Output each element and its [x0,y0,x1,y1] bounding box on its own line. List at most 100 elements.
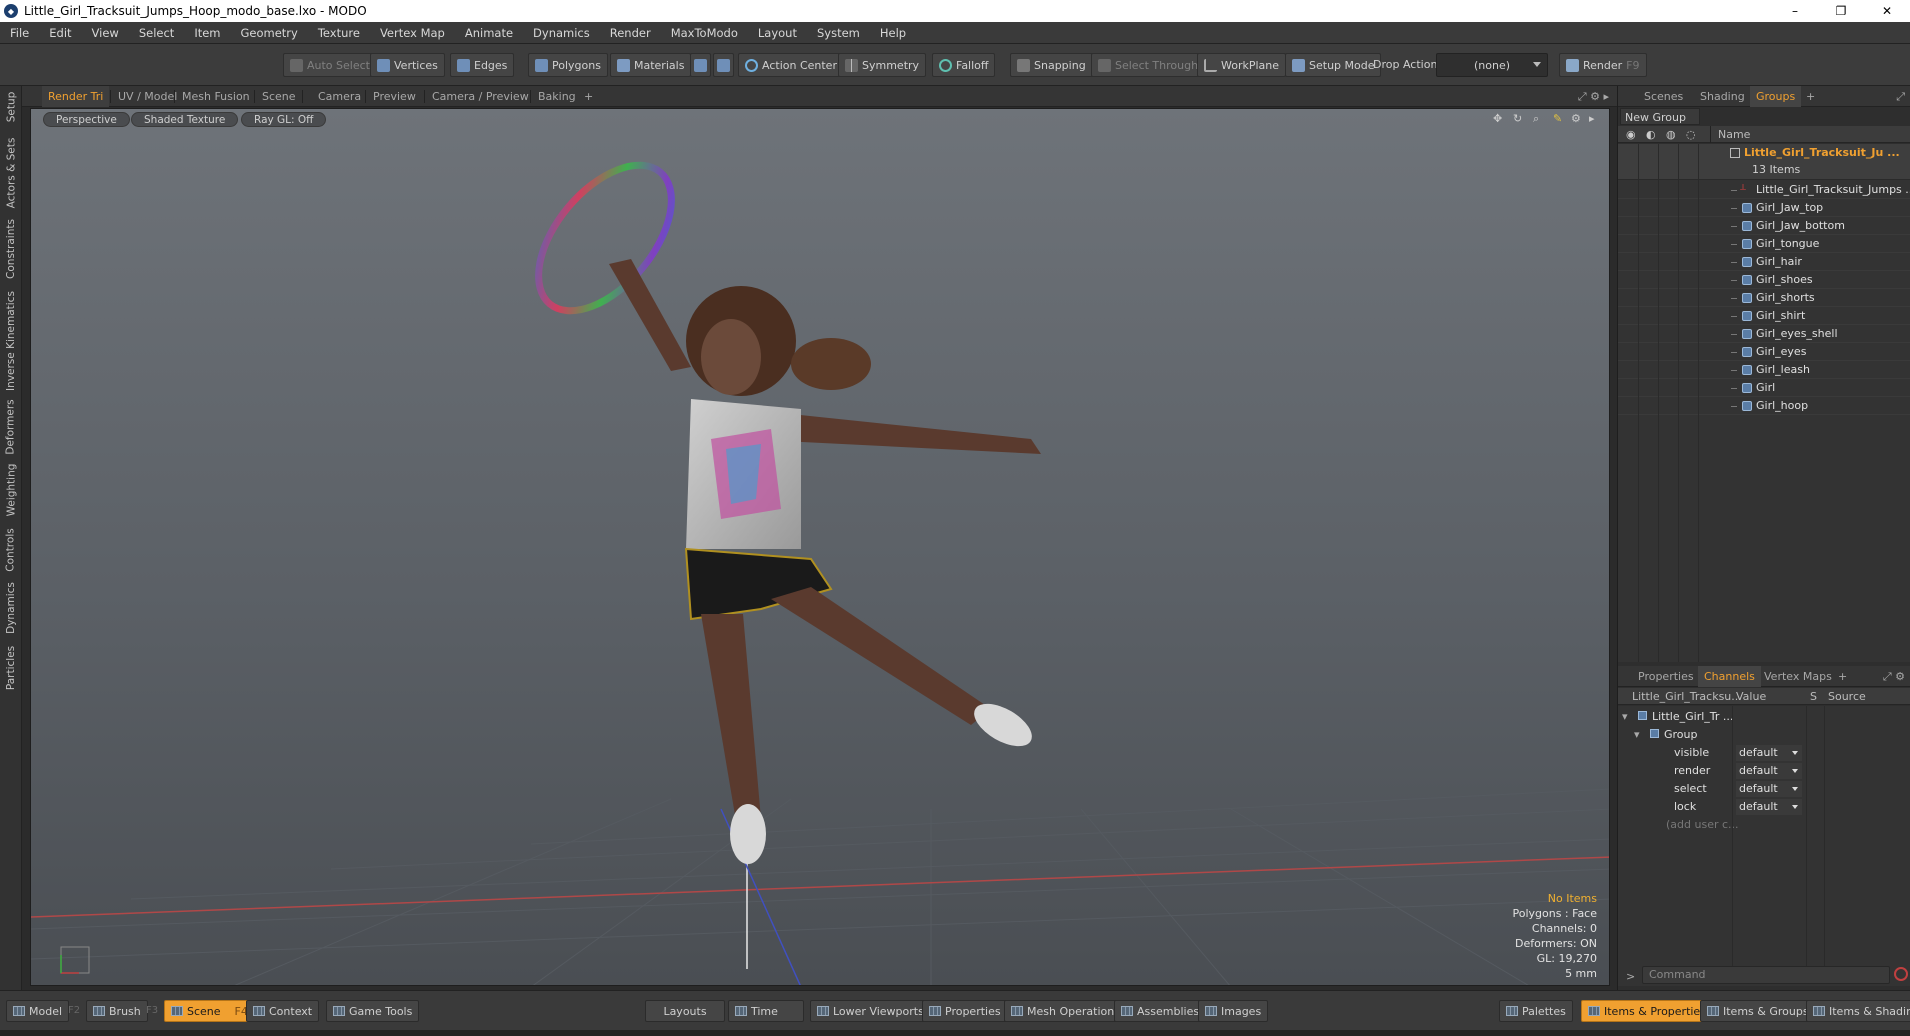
items-properties-button[interactable]: Items & Properties [1581,1000,1713,1022]
properties-button[interactable]: Properties [922,1000,1008,1022]
add-user-channel-row[interactable]: (add user c... [1618,816,1910,834]
list-item[interactable]: Girl_shorts [1618,289,1910,307]
render-toggle-icon[interactable]: ◐ [1646,128,1656,141]
tab-scenes[interactable]: Scenes [1638,86,1689,107]
assemblies-button[interactable]: Assemblies [1114,1000,1207,1022]
workplane-button[interactable]: WorkPlane [1197,53,1287,77]
vtab-deformers[interactable]: Deformers [2,398,20,456]
menu-help[interactable]: Help [870,22,916,44]
edges-button[interactable]: Edges [450,53,515,77]
tab-properties[interactable]: Properties [1632,666,1700,687]
restore-button[interactable]: ❐ [1818,0,1864,22]
channel-value-select[interactable]: default [1736,745,1802,761]
menu-system[interactable]: System [807,22,870,44]
context-layout-button[interactable]: Context [246,1000,320,1022]
symmetry-button[interactable]: Symmetry [838,53,927,77]
menu-texture[interactable]: Texture [308,22,370,44]
3d-viewport[interactable]: Perspective Shaded Texture Ray GL: Off ✥… [30,108,1610,986]
items-shading-button[interactable]: Items & Shading [1806,1000,1910,1022]
render-button[interactable]: Render F9 [1559,53,1647,77]
tab-render-tri[interactable]: Render Tri [42,86,110,107]
select-mode-pivot-button[interactable] [713,53,734,77]
rotate-icon[interactable]: ↻ [1513,112,1527,126]
minimize-button[interactable]: – [1772,0,1818,22]
list-item[interactable]: Girl_Jaw_top [1618,199,1910,217]
falloff-button[interactable]: Falloff [932,53,996,77]
add-channels-tab-button[interactable]: + [1832,666,1853,687]
vertices-button[interactable]: Vertices [370,53,445,77]
pan-icon[interactable]: ✥ [1493,112,1507,126]
list-item[interactable]: Girl_eyes [1618,343,1910,361]
eye-icon[interactable]: ◉ [1626,128,1636,141]
shading-dropdown[interactable]: Shaded Texture [131,112,239,127]
tab-mesh-fusion[interactable]: Mesh Fusion [176,86,256,107]
tab-groups[interactable]: Groups [1750,86,1802,107]
channel-row[interactable]: visible default [1618,744,1910,762]
images-button[interactable]: Images [1198,1000,1269,1022]
zoom-icon[interactable]: ⌕ [1533,112,1547,126]
list-item[interactable]: Girl_shirt [1618,307,1910,325]
scene-layout-button[interactable]: Scene F4 [164,1000,255,1022]
add-panel-tab-button[interactable]: + [1800,86,1821,107]
vtab-actors-sets[interactable]: Actors & Sets [2,136,20,210]
command-input[interactable]: Command [1642,966,1890,984]
viewport-options-icon[interactable]: ⤢ ⚙ ▸ [1578,90,1609,104]
menu-view[interactable]: View [82,22,129,44]
lock-icon[interactable]: ◍ [1666,128,1676,141]
items-groups-button[interactable]: Items & Groups [1700,1000,1816,1022]
tab-preview[interactable]: Preview [367,86,422,107]
tab-shading[interactable]: Shading [1694,86,1751,107]
raygl-toggle[interactable]: Ray GL: Off [241,112,327,127]
model-layout-button[interactable]: Model [6,1000,70,1022]
vtab-controls[interactable]: Controls [2,524,20,576]
menu-select[interactable]: Select [129,22,184,44]
menu-file[interactable]: File [0,22,39,44]
expand-icon[interactable]: ⤢ ⚙ [1883,670,1905,684]
tab-camera[interactable]: Camera [312,86,367,107]
tab-uv-model[interactable]: UV / Model [112,86,183,107]
close-button[interactable]: ✕ [1864,0,1910,22]
list-item[interactable]: Girl_hoop [1618,397,1910,415]
list-item[interactable]: Girl [1618,379,1910,397]
snapping-button[interactable]: Snapping [1010,53,1093,77]
menu-maxtomodo[interactable]: MaxToModo [661,22,748,44]
select-through-button[interactable]: Select Through [1091,53,1206,77]
drop-action-select[interactable]: (none) [1436,53,1548,77]
tab-scene[interactable]: Scene [256,86,302,107]
vtab-dynamics[interactable]: Dynamics [2,580,20,636]
select-toggle-icon[interactable]: ◌ [1686,128,1696,141]
chevron-right-icon[interactable]: ▸ [1589,112,1603,126]
record-icon[interactable] [1894,967,1908,981]
vtab-constraints[interactable]: Constraints [2,218,20,280]
game-tools-layout-button[interactable]: Game Tools [326,1000,420,1022]
select-mode-item-button[interactable] [690,53,711,77]
menu-layout[interactable]: Layout [748,22,807,44]
group-row[interactable]: Little_Girl_Tracksuit_Ju ... 13 Items [1618,144,1910,180]
menu-animate[interactable]: Animate [455,22,523,44]
expand-arrow-icon[interactable]: ▾ [1634,728,1640,741]
gear-icon[interactable]: ⚙ [1571,112,1585,126]
list-item[interactable]: Girl_eyes_shell [1618,325,1910,343]
tab-camera-preview[interactable]: Camera / Preview [426,86,535,107]
menu-item[interactable]: Item [184,22,230,44]
list-item[interactable]: Girl_Jaw_bottom [1618,217,1910,235]
vtab-particles[interactable]: Particles [2,640,20,696]
menu-dynamics[interactable]: Dynamics [523,22,600,44]
list-item[interactable]: Girl_shoes [1618,271,1910,289]
channel-item-row[interactable]: ▾ Little_Girl_Tr ... [1618,708,1910,726]
channel-value-select[interactable]: default [1736,763,1802,779]
view-type-dropdown[interactable]: Perspective [43,112,130,127]
materials-button[interactable]: Materials [610,53,692,77]
menu-vertex-map[interactable]: Vertex Map [370,22,455,44]
layouts-button[interactable]: Layouts [645,1000,725,1022]
list-item[interactable]: ⟂ Little_Girl_Tracksuit_Jumps ... [1618,181,1910,199]
expand-arrow-icon[interactable]: ▾ [1622,710,1628,723]
list-item[interactable]: Girl_tongue [1618,235,1910,253]
mesh-operations-button[interactable]: Mesh Operations [1004,1000,1127,1022]
menu-render[interactable]: Render [600,22,661,44]
tab-baking[interactable]: Baking [532,86,582,107]
auto-select-button[interactable]: Auto Select [283,53,377,77]
new-group-button[interactable]: New Group [1620,108,1700,125]
menu-edit[interactable]: Edit [39,22,81,44]
brush-layout-button[interactable]: Brush [86,1000,148,1022]
